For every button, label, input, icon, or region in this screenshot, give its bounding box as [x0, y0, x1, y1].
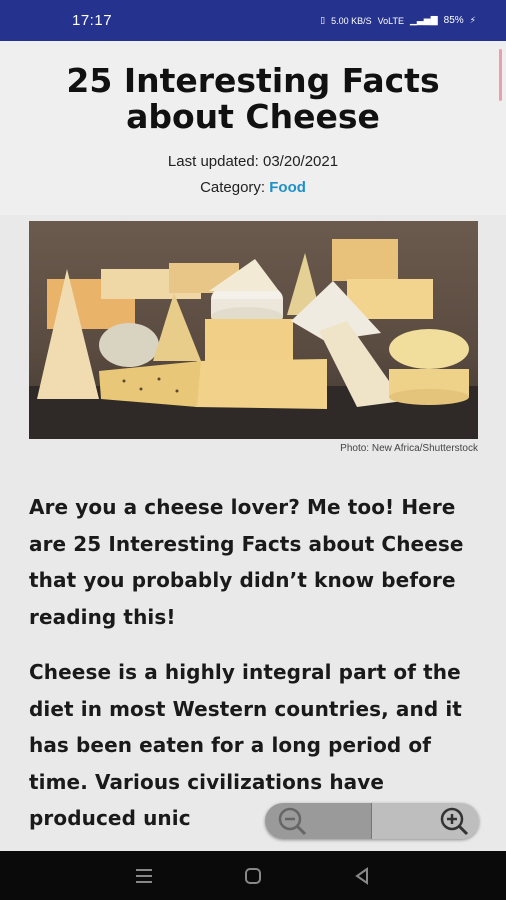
scrollbar[interactable]: [499, 49, 502, 101]
battery-level: 85%: [443, 15, 464, 26]
recent-apps-button[interactable]: [124, 856, 164, 896]
network-speed: 5.00 KB/S: [331, 15, 372, 26]
category-label: Category:: [200, 179, 270, 196]
back-button[interactable]: [342, 856, 382, 896]
navigation-bar: [0, 851, 506, 900]
category-link[interactable]: Food: [269, 179, 306, 196]
paragraph: Are you a cheese lover? Me too! Here are…: [29, 495, 464, 629]
category-line: Category: Food: [20, 175, 486, 201]
hero-image: [29, 221, 478, 439]
article-page[interactable]: 25 Interesting Facts about Cheese Last u…: [0, 41, 506, 851]
charging-icon: ⚡: [469, 15, 476, 25]
zoom-out-button[interactable]: [265, 803, 372, 839]
vibrate-icon: ▯: [320, 15, 326, 25]
zoom-in-button[interactable]: [372, 803, 479, 839]
signal-icon: ▁▃▅▇: [409, 15, 438, 25]
volte-icon: VoLTE: [377, 15, 404, 26]
status-time: 17:17: [72, 12, 113, 29]
zoom-control[interactable]: [265, 803, 479, 839]
home-icon: [244, 867, 261, 884]
status-icons: ▯ 5.00 KB/S VoLTE ▁▃▅▇ 85% ⚡: [320, 15, 476, 26]
page-title: 25 Interesting Facts about Cheese: [66, 61, 440, 136]
zoom-out-icon: [278, 807, 307, 836]
status-bar: 17:17 ▯ 5.00 KB/S VoLTE ▁▃▅▇ 85% ⚡: [0, 0, 506, 41]
menu-icon: [136, 868, 153, 883]
article-body: Are you a cheese lover? Me too! Here are…: [29, 489, 489, 851]
cheese-photo: [29, 239, 478, 439]
back-icon: [354, 866, 368, 885]
photo-credit: Photo: New Africa/Shutterstock: [340, 443, 478, 454]
article-meta: Last updated: 03/20/2021 Category: Food: [20, 149, 486, 201]
zoom-in-icon: [440, 807, 469, 836]
home-button[interactable]: [233, 856, 273, 896]
last-updated: Last updated: 03/20/2021: [167, 153, 339, 170]
article-header: 25 Interesting Facts about Cheese Last u…: [0, 41, 506, 215]
